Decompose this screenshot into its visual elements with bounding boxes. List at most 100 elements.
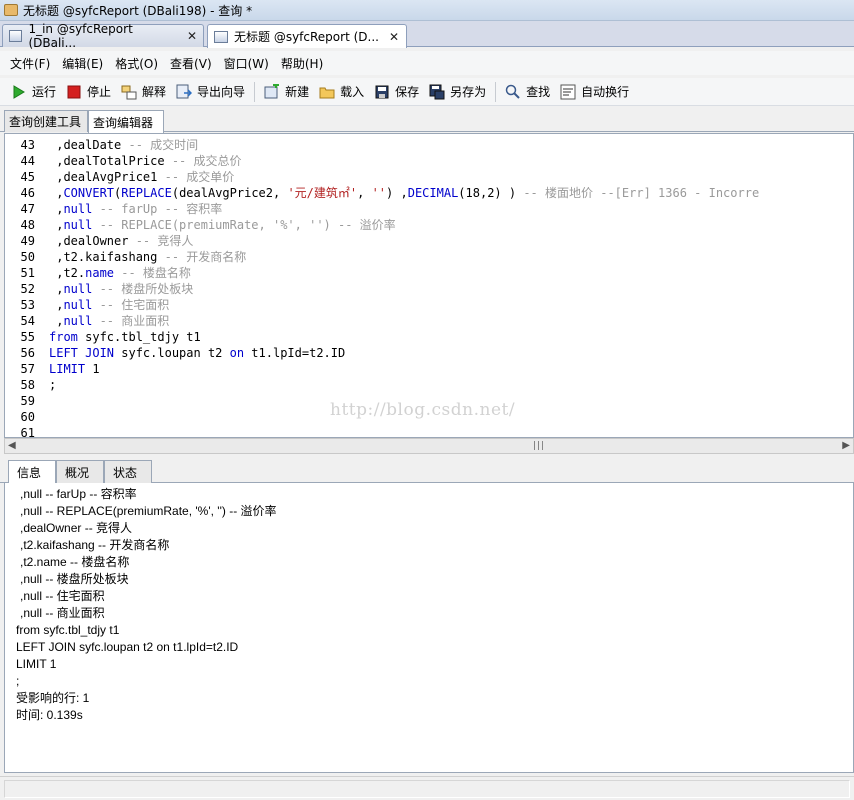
code-token: from <box>49 330 78 344</box>
code-token: , <box>357 186 372 200</box>
code-token: -- 开发商名称 <box>164 250 247 264</box>
query-icon <box>9 30 23 42</box>
info-line: ,null -- 住宅面积 <box>20 589 105 603</box>
code-line: 45 ,dealAvgPrice1 -- 成交单价 <box>5 169 853 185</box>
tab-label: 状态 <box>113 465 138 480</box>
save-button[interactable]: 保存 <box>369 80 424 104</box>
save-as-button[interactable]: 另存为 <box>424 80 491 104</box>
code-line: 44 ,dealTotalPrice -- 成交总价 <box>5 153 853 169</box>
code-line: 52 ,null -- 楼盘所处板块 <box>5 281 853 297</box>
code-token: ,dealAvgPrice1 <box>49 170 165 184</box>
menu-edit[interactable]: 编辑(E) <box>56 55 109 72</box>
word-wrap-label: 自动换行 <box>581 85 630 99</box>
new-button[interactable]: 新建 <box>259 80 314 104</box>
info-line: ,t2.kaifashang -- 开发商名称 <box>20 538 170 552</box>
close-icon[interactable]: ✕ <box>389 30 399 44</box>
explain-label: 解释 <box>142 85 167 99</box>
line-number: 59 <box>20 394 35 408</box>
menu-view[interactable]: 查看(V) <box>164 55 218 72</box>
code-token: ; <box>49 378 57 392</box>
save-as-icon <box>429 84 445 100</box>
code-token: (18,2) ) <box>458 186 524 200</box>
code-line: 47 ,null -- farUp -- 容积率 <box>5 201 853 217</box>
code-token: ,dealDate <box>49 138 129 152</box>
line-number: 53 <box>20 298 35 312</box>
search-icon <box>505 84 521 100</box>
code-token: ,dealTotalPrice <box>49 154 172 168</box>
code-line: 51 ,t2.name -- 楼盘名称 <box>5 265 853 281</box>
tab-profile[interactable]: 概况 <box>56 460 104 483</box>
doc-tab-label: 无标题 @syfcReport (D... <box>234 30 379 44</box>
scroll-left-icon[interactable]: ◀ <box>8 440 16 451</box>
close-icon[interactable]: ✕ <box>187 29 197 43</box>
scroll-right-icon[interactable]: ▶ <box>842 440 850 451</box>
code-line: 48 ,null -- REPLACE(premiumRate, '%', ''… <box>5 217 853 233</box>
line-number: 57 <box>20 362 35 376</box>
watermark: http://blog.csdn.net/ <box>330 400 516 420</box>
code-token: , <box>49 298 64 312</box>
info-line: ,null -- 商业面积 <box>20 606 105 620</box>
line-number: 48 <box>20 218 35 232</box>
save-icon <box>374 84 390 100</box>
line-number: 49 <box>20 234 35 248</box>
toolbar-separator <box>495 81 497 102</box>
code-token: DECIMAL <box>407 186 459 200</box>
window-title: 无标题 @syfcReport (DBali198) - 查询 * <box>23 3 253 18</box>
load-button[interactable]: 载入 <box>314 80 369 104</box>
tab-query-editor[interactable]: 查询编辑器 <box>88 110 164 133</box>
save-label: 保存 <box>395 85 420 99</box>
tab-query-builder[interactable]: 查询创建工具 <box>4 110 88 132</box>
code-token: , <box>49 282 64 296</box>
find-button[interactable]: 查找 <box>500 80 555 104</box>
load-label: 载入 <box>340 85 365 99</box>
export-wizard-button[interactable]: 导出向导 <box>171 80 250 104</box>
run-button[interactable]: 运行 <box>6 80 61 104</box>
menu-help[interactable]: 帮助(H) <box>275 55 329 72</box>
line-number: 61 <box>20 426 35 438</box>
code-line: 61 <box>5 425 853 438</box>
line-number: 51 <box>20 266 35 280</box>
code-token: null <box>63 202 93 216</box>
code-token: syfc.tbl_tdjy t1 <box>77 330 201 344</box>
new-label: 新建 <box>285 85 310 99</box>
code-line: 43 ,dealDate -- 成交时间 <box>5 137 853 153</box>
menu-bar: 文件(F) 编辑(E) 格式(O) 查看(V) 窗口(W) 帮助(H) <box>0 51 854 75</box>
line-number: 47 <box>20 202 35 216</box>
scroll-grip-icon[interactable]: ||| <box>533 441 545 451</box>
line-number: 46 <box>20 186 35 200</box>
explain-button[interactable]: 解释 <box>116 80 171 104</box>
doc-tab-untitled[interactable]: 无标题 @syfcReport (D... ✕ <box>207 24 407 48</box>
code-line: 56 LEFT JOIN syfc.loupan t2 on t1.lpId=t2… <box>5 345 853 361</box>
tab-status[interactable]: 状态 <box>104 460 152 483</box>
tab-label: 概况 <box>65 465 90 480</box>
save-as-label: 另存为 <box>450 85 487 99</box>
doc-tab-1-in[interactable]: 1_in @syfcReport (DBali... ✕ <box>2 22 204 50</box>
menu-file[interactable]: 文件(F) <box>4 55 56 72</box>
status-cell <box>4 780 850 798</box>
doc-tab-label: 1_in @syfcReport (DBali... <box>28 22 133 50</box>
info-output-panel[interactable]: ,null -- farUp -- 容积率 ,null -- REPLACE(pr… <box>4 483 854 773</box>
info-line: ,null -- 楼盘所处板块 <box>20 572 129 586</box>
code-token: '' <box>371 186 387 200</box>
sql-editor[interactable]: 43 ,dealDate -- 成交时间 44 ,dealTotalPrice -… <box>4 133 854 438</box>
code-token: REPLACE <box>121 186 172 200</box>
menu-format[interactable]: 格式(O) <box>109 55 164 72</box>
horizontal-scrollbar[interactable]: ◀ ||| ▶ <box>4 438 854 454</box>
line-number: 45 <box>20 170 35 184</box>
menu-window[interactable]: 窗口(W) <box>218 55 275 72</box>
document-tab-strip: 1_in @syfcReport (DBali... ✕ 无标题 @syfcRe… <box>0 21 854 50</box>
word-wrap-button[interactable]: 自动换行 <box>555 80 634 104</box>
code-token: -- 住宅面积 <box>92 298 170 312</box>
code-token: 1 <box>85 362 100 376</box>
info-line: ,null -- farUp -- 容积率 <box>20 487 137 501</box>
code-token: , <box>49 314 64 328</box>
code-token: , <box>49 202 64 216</box>
stop-icon <box>66 84 82 100</box>
folder-icon <box>319 84 335 100</box>
stop-button[interactable]: 停止 <box>61 80 116 104</box>
tab-info[interactable]: 信息 <box>8 460 56 484</box>
code-token: (dealAvgPrice2, <box>171 186 288 200</box>
line-number: 56 <box>20 346 35 360</box>
code-token: , <box>49 218 64 232</box>
line-number: 52 <box>20 282 35 296</box>
